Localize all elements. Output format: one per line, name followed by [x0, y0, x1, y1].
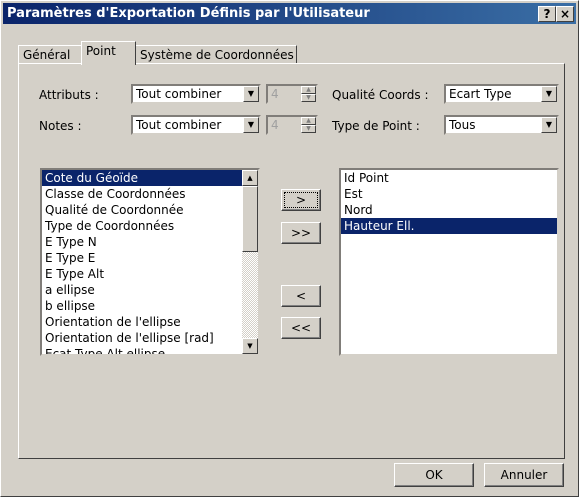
- spin-up-icon[interactable]: ▲: [301, 86, 316, 94]
- list-item[interactable]: E Type E: [42, 250, 258, 266]
- chevron-down-icon[interactable]: ▼: [541, 86, 557, 102]
- notes-stepper[interactable]: 4 ▲ ▼: [266, 115, 318, 135]
- list-item[interactable]: Ecat Type Alt ellipse: [42, 346, 258, 354]
- qualite-coords-combo[interactable]: Ecart Type ▼: [444, 84, 559, 104]
- close-button[interactable]: ×: [556, 6, 574, 22]
- spin-up-icon[interactable]: ▲: [301, 117, 316, 125]
- notes-combo[interactable]: Tout combiner ▼: [131, 115, 261, 135]
- add-one-button[interactable]: >: [281, 189, 321, 211]
- available-fields-list[interactable]: Cote du Géoïde Classe de Coordonnées Quali…: [40, 168, 260, 356]
- tab-systeme-coordonnees[interactable]: Système de Coordonnées: [135, 45, 297, 64]
- cancel-button[interactable]: Annuler: [484, 463, 564, 487]
- scroll-down-icon[interactable]: ▼: [242, 338, 258, 354]
- attributs-label: Attributs :: [39, 88, 99, 102]
- attributs-combo[interactable]: Tout combiner ▼: [131, 84, 261, 104]
- spin-down-icon[interactable]: ▼: [301, 94, 316, 102]
- list-item[interactable]: E Type Alt: [42, 266, 258, 282]
- list-item[interactable]: Est: [341, 186, 557, 202]
- qualite-coords-value: Ecart Type: [449, 87, 512, 101]
- qualite-coords-label: Qualité Coords :: [332, 88, 429, 102]
- list-item[interactable]: Qualité de Coordonnée: [42, 202, 258, 218]
- list-item[interactable]: Type de Coordonnées: [42, 218, 258, 234]
- list-item[interactable]: Orientation de l'ellipse [rad]: [42, 330, 258, 346]
- chevron-down-icon[interactable]: ▼: [243, 117, 259, 133]
- tab-panel: Attributs : Tout combiner ▼ 4 ▲ ▼ Qualit…: [18, 63, 565, 459]
- list-item[interactable]: Nord: [341, 202, 557, 218]
- ok-button[interactable]: OK: [394, 463, 474, 487]
- tab-point[interactable]: Point: [81, 41, 136, 65]
- dialog-window: Paramètres d'Exportation Définis par l'U…: [0, 0, 579, 497]
- title-bar[interactable]: Paramètres d'Exportation Définis par l'U…: [3, 3, 576, 24]
- attributs-stepper-value: 4: [271, 87, 279, 101]
- list-item[interactable]: E Type N: [42, 234, 258, 250]
- list-item[interactable]: a ellipse: [42, 282, 258, 298]
- tab-general[interactable]: Général: [18, 45, 84, 64]
- list-item[interactable]: Id Point: [341, 170, 557, 186]
- add-all-button[interactable]: >>: [281, 222, 321, 244]
- scroll-thumb[interactable]: [242, 186, 258, 252]
- help-button[interactable]: ?: [538, 6, 556, 22]
- attributs-value: Tout combiner: [136, 87, 222, 101]
- remove-all-button[interactable]: <<: [281, 317, 321, 339]
- available-items: Cote du Géoïde Classe de Coordonnées Quali…: [42, 170, 258, 354]
- notes-label: Notes :: [39, 119, 82, 133]
- scroll-up-icon[interactable]: ▲: [242, 170, 258, 186]
- list-item[interactable]: Hauteur Ell.: [341, 218, 557, 234]
- chevron-down-icon[interactable]: ▼: [541, 117, 557, 133]
- remove-one-button[interactable]: <: [281, 285, 321, 307]
- list-item[interactable]: b ellipse: [42, 298, 258, 314]
- notes-stepper-value: 4: [271, 118, 279, 132]
- type-point-value: Tous: [449, 118, 476, 132]
- chevron-down-icon[interactable]: ▼: [243, 86, 259, 102]
- attributs-stepper[interactable]: 4 ▲ ▼: [266, 84, 318, 104]
- spin-down-icon[interactable]: ▼: [301, 125, 316, 133]
- vertical-scrollbar[interactable]: ▲ ▼: [242, 170, 258, 354]
- window-title: Paramètres d'Exportation Définis par l'U…: [7, 6, 370, 21]
- type-point-combo[interactable]: Tous ▼: [444, 115, 559, 135]
- type-point-label: Type de Point :: [332, 119, 420, 133]
- list-item[interactable]: Orientation de l'ellipse: [42, 314, 258, 330]
- list-item[interactable]: Cote du Géoïde: [42, 170, 258, 186]
- notes-value: Tout combiner: [136, 118, 222, 132]
- list-item[interactable]: Classe de Coordonnées: [42, 186, 258, 202]
- selected-fields-list[interactable]: Id Point Est Nord Hauteur Ell.: [339, 168, 559, 356]
- selected-items: Id Point Est Nord Hauteur Ell.: [341, 170, 557, 234]
